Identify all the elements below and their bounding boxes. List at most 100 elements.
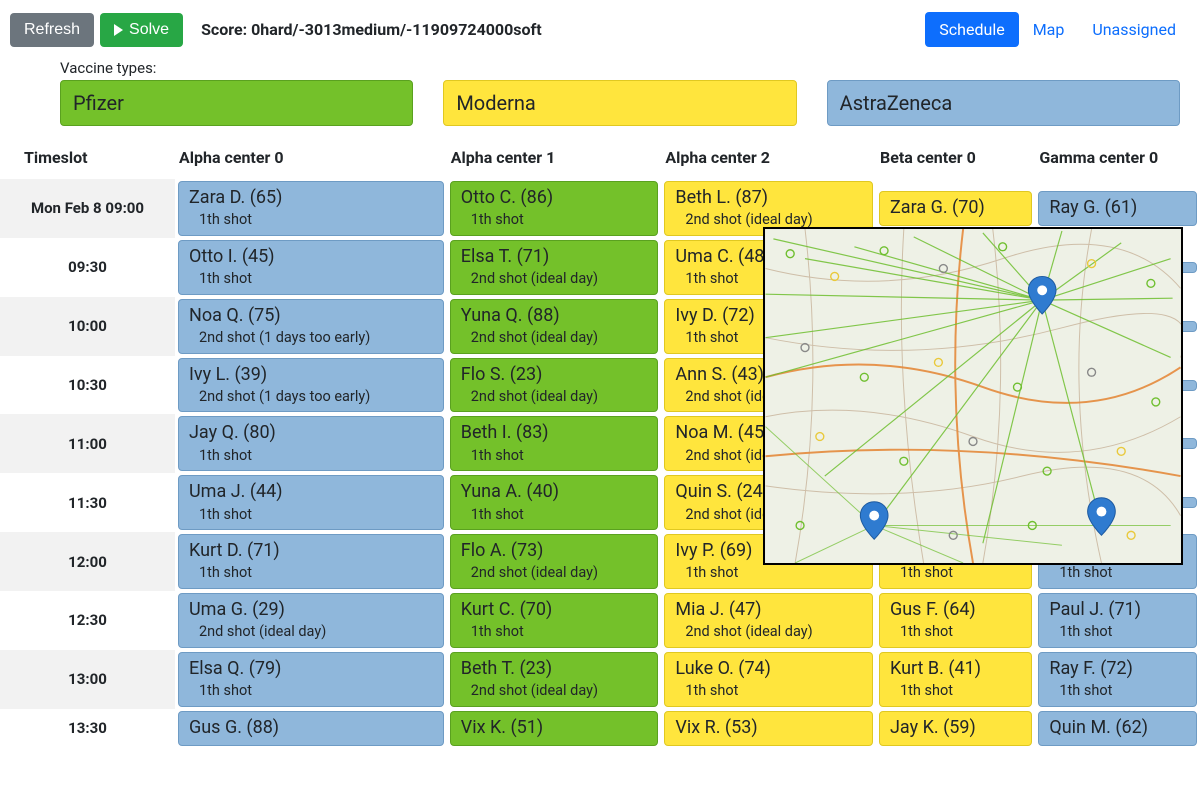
- vaccine-types-row: Vaccine types: Pfizer Moderna AstraZenec…: [0, 59, 1200, 132]
- appointment-name: Beth I. (83): [461, 421, 648, 445]
- appointment-card[interactable]: Zara D. (65)1th shot: [178, 181, 444, 236]
- appointment-card[interactable]: Ray F. (72)1th shot: [1038, 652, 1197, 707]
- appointment-card[interactable]: Otto I. (45)1th shot: [178, 240, 444, 295]
- appointment-sub: 1th shot: [1049, 622, 1186, 642]
- appointment-name: Ivy L. (39): [189, 363, 433, 387]
- appointment-card[interactable]: Flo S. (23)2nd shot (ideal day): [450, 358, 659, 413]
- appointment-name: Elsa T. (71): [461, 245, 648, 269]
- appointment-card[interactable]: Elsa T. (71)2nd shot (ideal day): [450, 240, 659, 295]
- timeslot-cell: 12:30: [0, 591, 175, 650]
- appointment-card[interactable]: Gus G. (88): [178, 711, 444, 746]
- appointment-name: Ray F. (72): [1049, 657, 1186, 681]
- table-row: 12:30Uma G. (29)2nd shot (ideal day)Kurt…: [0, 591, 1200, 650]
- appointment-sub: 1th shot: [890, 563, 1021, 583]
- appointment-card[interactable]: Kurt C. (70)1th shot: [450, 593, 659, 648]
- appointment-sub: 2nd shot (1 days too early): [189, 328, 433, 348]
- play-icon: [114, 24, 123, 36]
- appointment-sub: 1th shot: [461, 446, 648, 466]
- appointment-card[interactable]: Elsa Q. (79)1th shot: [178, 652, 444, 707]
- appointment-name: Beth T. (23): [461, 657, 648, 681]
- appointment-sub: 2nd shot (ideal day): [461, 681, 648, 701]
- appointment-name: Kurt B. (41): [890, 657, 1021, 681]
- col-beta-0: Beta center 0: [876, 140, 1035, 179]
- appointment-sub: 1th shot: [189, 505, 433, 525]
- appointment-name: Kurt C. (70): [461, 598, 648, 622]
- appointment-sub: 1th shot: [189, 446, 433, 466]
- appointment-sub: 2nd shot (ideal day): [675, 622, 862, 642]
- appointment-name: Yuna Q. (88): [461, 304, 648, 328]
- appointment-card[interactable]: Flo A. (73)2nd shot (ideal day): [450, 534, 659, 589]
- refresh-button[interactable]: Refresh: [10, 13, 94, 47]
- nav-tabs: Schedule Map Unassigned: [925, 12, 1190, 47]
- map-overlay[interactable]: [763, 227, 1183, 565]
- appointment-sub: 2nd shot (ideal day): [189, 622, 433, 642]
- appointment-name: Paul J. (71): [1049, 598, 1186, 622]
- appointment-card[interactable]: Vix R. (53): [664, 711, 873, 746]
- timeslot-cell: 10:00: [0, 297, 175, 356]
- col-gamma-0: Gamma center 0: [1035, 140, 1200, 179]
- appointment-name: Otto C. (86): [461, 186, 648, 210]
- appointment-sub: 1th shot: [1049, 681, 1186, 701]
- timeslot-cell: Mon Feb 8 09:00: [0, 179, 175, 238]
- appointment-card[interactable]: Yuna A. (40)1th shot: [450, 475, 659, 530]
- timeslot-cell: 09:30: [0, 238, 175, 297]
- appointment-name: Gus F. (64): [890, 598, 1021, 622]
- appointment-sub: 1th shot: [189, 681, 433, 701]
- appointment-sub: 2nd shot (ideal day): [461, 387, 648, 407]
- timeslot-cell: 12:00: [0, 532, 175, 591]
- appointment-name: Noa Q. (75): [189, 304, 433, 328]
- appointment-card[interactable]: Beth T. (23)2nd shot (ideal day): [450, 652, 659, 707]
- appointment-name: Flo A. (73): [461, 539, 648, 563]
- appointment-card[interactable]: Quin M. (62): [1038, 711, 1197, 746]
- appointment-sub: 1th shot: [890, 622, 1021, 642]
- appointment-card[interactable]: Beth I. (83)1th shot: [450, 416, 659, 471]
- appointment-card[interactable]: Uma J. (44)1th shot: [178, 475, 444, 530]
- appointment-sub: 1th shot: [461, 505, 648, 525]
- appointment-sub: 1th shot: [890, 681, 1021, 701]
- appointment-name: Luke O. (74): [675, 657, 862, 681]
- appointment-card[interactable]: Zara G. (70): [879, 191, 1032, 226]
- appointment-sub: 1th shot: [461, 210, 648, 230]
- tab-map[interactable]: Map: [1019, 12, 1079, 47]
- appointment-sub: 1th shot: [461, 622, 648, 642]
- appointment-card[interactable]: Jay Q. (80)1th shot: [178, 416, 444, 471]
- appointment-card[interactable]: Kurt D. (71)1th shot: [178, 534, 444, 589]
- appointment-name: Flo S. (23): [461, 363, 648, 387]
- col-alpha-2: Alpha center 2: [661, 140, 876, 179]
- appointment-name: Vix R. (53): [675, 716, 862, 740]
- appointment-card[interactable]: Uma G. (29)2nd shot (ideal day): [178, 593, 444, 648]
- appointment-sub: 2nd shot (ideal day): [461, 563, 648, 583]
- appointment-name: Quin M. (62): [1049, 716, 1186, 740]
- appointment-card[interactable]: Jay K. (59): [879, 711, 1032, 746]
- appointment-card[interactable]: Noa Q. (75)2nd shot (1 days too early): [178, 299, 444, 354]
- appointment-card[interactable]: Ray G. (61): [1038, 191, 1197, 226]
- appointment-card[interactable]: Otto C. (86)1th shot: [450, 181, 659, 236]
- solve-button[interactable]: Solve: [100, 13, 183, 47]
- appointment-name: Elsa Q. (79): [189, 657, 433, 681]
- appointment-name: Ray G. (61): [1049, 196, 1186, 220]
- appointment-card[interactable]: Kurt B. (41)1th shot: [879, 652, 1032, 707]
- tab-unassigned[interactable]: Unassigned: [1078, 12, 1190, 47]
- appointment-card[interactable]: Paul J. (71)1th shot: [1038, 593, 1197, 648]
- appointment-name: Uma G. (29): [189, 598, 433, 622]
- score-text: Score: 0hard/-3013medium/-11909724000sof…: [201, 20, 542, 39]
- col-alpha-0: Alpha center 0: [175, 140, 447, 179]
- appointment-card[interactable]: Yuna Q. (88)2nd shot (ideal day): [450, 299, 659, 354]
- appointment-card[interactable]: Mia J. (47)2nd shot (ideal day): [664, 593, 873, 648]
- appointment-card[interactable]: Ivy L. (39)2nd shot (1 days too early): [178, 358, 444, 413]
- appointment-card[interactable]: Vix K. (51): [450, 711, 659, 746]
- appointment-sub: 2nd shot (ideal day): [461, 328, 648, 348]
- timeslot-cell: 11:00: [0, 414, 175, 473]
- toolbar: Refresh Solve Score: 0hard/-3013medium/-…: [0, 0, 1200, 59]
- table-row: 13:30Gus G. (88)Vix K. (51)Vix R. (53)Ja…: [0, 709, 1200, 748]
- solve-label: Solve: [129, 21, 169, 39]
- appointment-sub: 1th shot: [189, 563, 433, 583]
- table-row: 13:00Elsa Q. (79)1th shotBeth T. (23)2nd…: [0, 650, 1200, 709]
- vaccine-pfizer: Pfizer: [60, 80, 413, 126]
- tab-schedule[interactable]: Schedule: [925, 12, 1018, 47]
- appointment-name: Yuna A. (40): [461, 480, 648, 504]
- appointment-name: Otto I. (45): [189, 245, 433, 269]
- vaccine-astrazeneca: AstraZeneca: [827, 80, 1180, 126]
- appointment-card[interactable]: Luke O. (74)1th shot: [664, 652, 873, 707]
- appointment-card[interactable]: Gus F. (64)1th shot: [879, 593, 1032, 648]
